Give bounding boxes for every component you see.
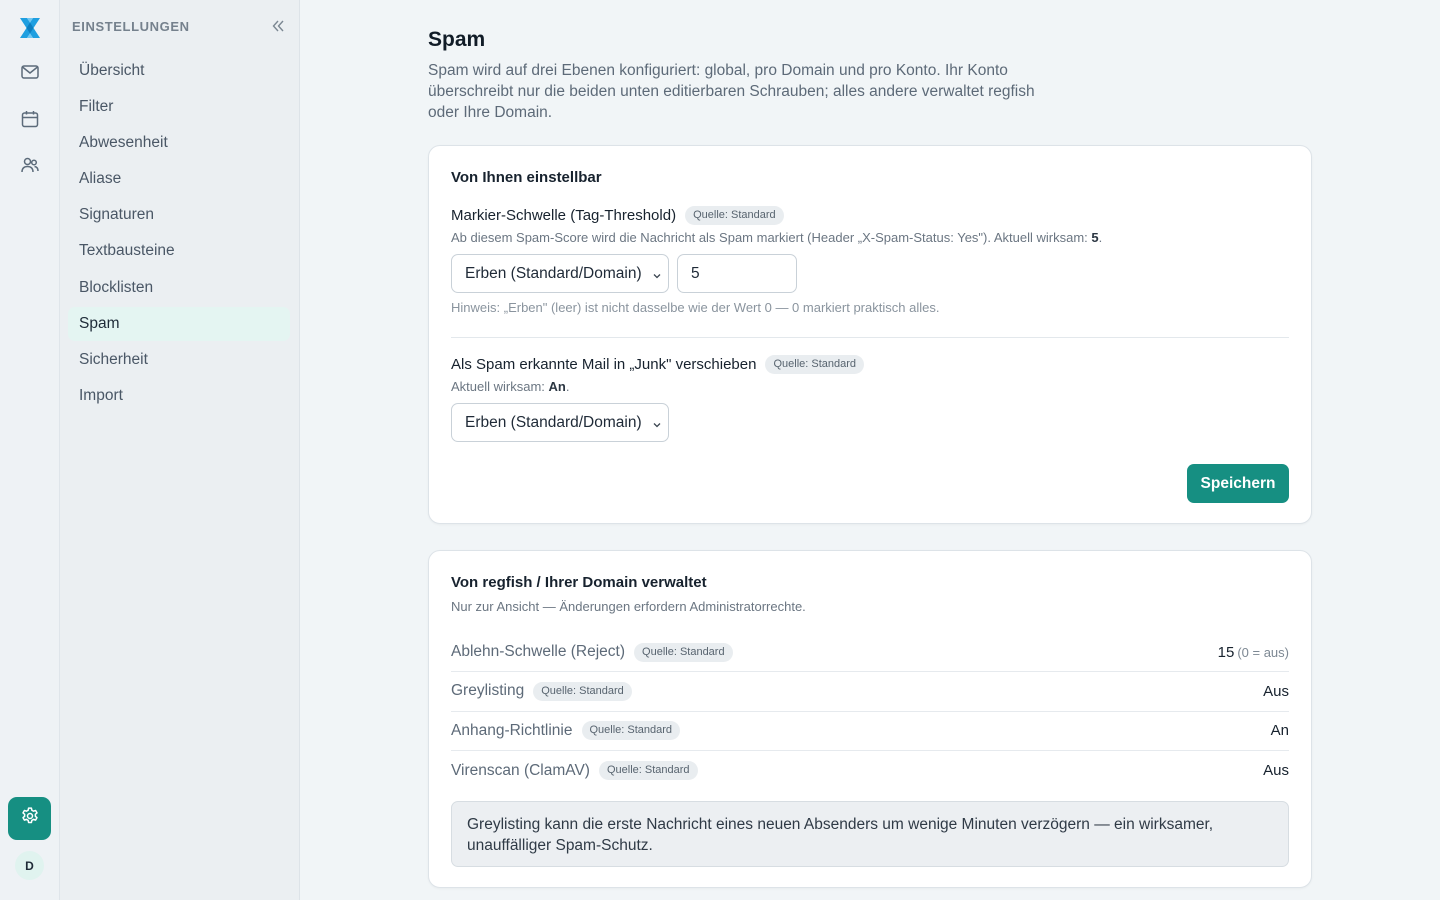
sidebar-item-uebersicht[interactable]: Übersicht	[68, 54, 290, 88]
junk-move-help-text: Aktuell wirksam:	[451, 379, 549, 394]
tag-threshold-label: Markier-Schwelle (Tag-Threshold) Quelle:…	[451, 206, 784, 225]
setting-value: Aus	[1263, 682, 1289, 700]
mail-icon[interactable]	[17, 59, 43, 85]
tag-threshold-help-suffix: .	[1098, 230, 1103, 245]
managed-card-title: Von regfish / Ihrer Domain verwaltet	[451, 574, 707, 591]
junk-move-effective-value: An	[548, 379, 566, 394]
chevron-down-icon	[652, 268, 662, 286]
sidebar-title: EINSTELLUNGEN	[72, 18, 190, 34]
main-content: Spam Spam wird auf drei Ebenen konfiguri…	[300, 0, 1440, 900]
sidebar-header: EINSTELLUNGEN	[72, 17, 288, 35]
managed-settings-card: Von regfish / Ihrer Domain verwaltet Nur…	[428, 550, 1312, 888]
tag-threshold-help-text: Ab diesem Spam-Score wird die Nachricht …	[451, 230, 1092, 245]
tag-threshold-label-text: Markier-Schwelle (Tag-Threshold)	[451, 207, 677, 224]
setting-name: Ablehn-Schwelle (Reject)	[451, 643, 626, 661]
junk-move-select-value: Erben (Standard/Domain)	[465, 413, 642, 431]
sidebar-item-blocklisten[interactable]: Blocklisten	[68, 271, 290, 305]
sidebar-item-aliase[interactable]: Aliase	[68, 162, 290, 196]
sidebar-item-sicherheit[interactable]: Sicherheit	[68, 343, 290, 377]
sidebar-item-abwesenheit[interactable]: Abwesenheit	[68, 126, 290, 160]
tag-threshold-effective-value: 5	[1091, 230, 1099, 245]
page-description: Spam wird auf drei Ebenen konfiguriert: …	[428, 62, 1035, 121]
junk-move-help-suffix: .	[565, 379, 570, 394]
setting-name: Virenscan (ClamAV)	[451, 761, 590, 779]
list-item: Greylisting Quelle: Standard Aus	[451, 672, 1289, 712]
tag-threshold-input[interactable]	[677, 254, 797, 293]
sidebar-item-spam[interactable]: Spam	[68, 306, 290, 341]
setting-value: 15	[1217, 643, 1235, 661]
junk-move-label: Als Spam erkannte Mail in „Junk" verschi…	[451, 355, 865, 374]
sidebar-item-filter[interactable]: Filter	[68, 90, 290, 124]
tag-threshold-select[interactable]: Erben (Standard/Domain)	[451, 254, 669, 293]
tag-threshold-hint: Hinweis: „Erben" (leer) ist nicht dassel…	[451, 300, 940, 315]
avatar[interactable]: D	[15, 851, 44, 880]
source-badge: Quelle: Standard	[533, 681, 632, 701]
chevron-down-icon	[652, 417, 662, 435]
chevrons-left-icon	[272, 20, 284, 32]
editable-settings-card: Von Ihnen einstellbar Markier-Schwelle (…	[428, 145, 1312, 524]
tag-threshold-help: Ab diesem Spam-Score wird die Nachricht …	[451, 230, 1102, 245]
sidebar-item-import[interactable]: Import	[68, 379, 290, 413]
greylisting-info-box: Greylisting kann die erste Nachricht ein…	[451, 801, 1289, 867]
setting-value: Aus	[1263, 762, 1289, 780]
sidebar-item-textbausteine[interactable]: Textbausteine	[68, 234, 290, 268]
list-item: Virenscan (ClamAV) Quelle: Standard Aus	[451, 751, 1289, 790]
settings-menu: Übersicht Filter Abwesenheit Aliase Sign…	[68, 54, 290, 415]
junk-move-select[interactable]: Erben (Standard/Domain)	[451, 403, 669, 442]
tag-threshold-select-value: Erben (Standard/Domain)	[465, 264, 642, 282]
calendar-icon[interactable]	[17, 106, 43, 132]
editable-card-title: Von Ihnen einstellbar	[451, 169, 602, 186]
save-button[interactable]: Speichern	[1187, 464, 1289, 503]
source-badge: Quelle: Standard	[765, 355, 865, 374]
source-badge: Quelle: Standard	[634, 642, 733, 662]
sidebar-item-signaturen[interactable]: Signaturen	[68, 198, 290, 232]
managed-card-subtitle: Nur zur Ansicht — Änderungen erfordern A…	[451, 599, 806, 614]
app-rail: D	[0, 0, 60, 900]
junk-move-label-text: Als Spam erkannte Mail in „Junk" verschi…	[451, 356, 757, 373]
collapse-sidebar-button[interactable]	[268, 17, 288, 35]
source-badge: Quelle: Standard	[685, 206, 784, 225]
logo-icon[interactable]	[16, 14, 44, 42]
list-item: Anhang-Richtlinie Quelle: Standard An	[451, 712, 1289, 751]
setting-name: Anhang-Richtlinie	[451, 721, 573, 739]
source-badge: Quelle: Standard	[581, 721, 681, 741]
divider	[451, 337, 1289, 338]
page-title: Spam	[428, 28, 486, 51]
managed-settings-list: Ablehn-Schwelle (Reject) Quelle: Standar…	[451, 633, 1289, 790]
contacts-icon[interactable]	[17, 152, 43, 178]
settings-button[interactable]	[8, 797, 51, 840]
setting-value: An	[1270, 722, 1289, 740]
source-badge: Quelle: Standard	[598, 761, 698, 781]
settings-sidebar: EINSTELLUNGEN Übersicht Filter Abwesenhe…	[60, 0, 300, 900]
setting-name: Greylisting	[451, 682, 525, 700]
gear-icon	[20, 806, 40, 831]
list-item: Ablehn-Schwelle (Reject) Quelle: Standar…	[451, 633, 1289, 673]
junk-move-help: Aktuell wirksam: An.	[451, 379, 570, 394]
setting-value-suffix: (0 = aus)	[1237, 644, 1289, 660]
